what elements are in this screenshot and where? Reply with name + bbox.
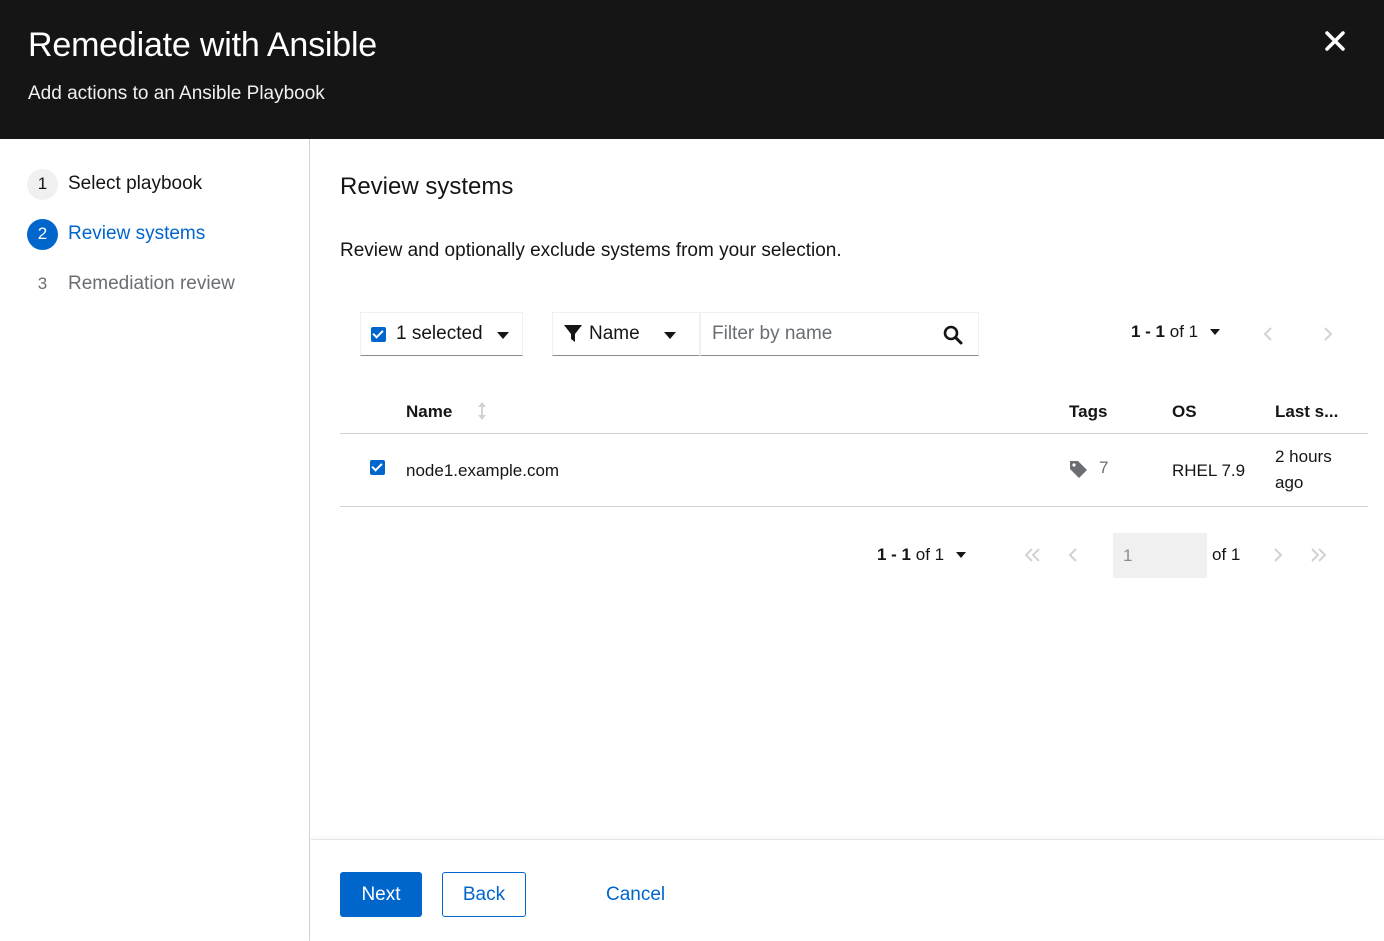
tag-icon[interactable] [1069,460,1088,479]
chevron-left-icon[interactable] [1061,543,1085,567]
sort-icon[interactable] [477,401,487,421]
back-button[interactable]: Back [442,872,526,917]
pagination-total: of 1 [915,545,945,564]
row-select-checkbox[interactable] [370,460,385,475]
column-header-name[interactable]: Name [406,402,452,422]
step-label: Select playbook [68,173,203,194]
cancel-button[interactable]: Cancel [587,872,684,917]
last-seen-line1: 2 hours [1275,447,1332,466]
filter-icon [564,325,582,342]
tags-count[interactable]: 7 [1099,458,1108,478]
step-number: 2 [27,218,58,250]
wizard-step-select-playbook[interactable]: 1 Select playbook [27,168,202,200]
caret-down-icon [956,552,967,558]
page-number-input[interactable] [1113,533,1207,578]
modal-title: Remediate with Ansible [28,26,378,64]
search-input[interactable] [701,313,931,355]
first-page-icon[interactable] [1021,543,1045,567]
table-row: node1.example.com 7 RHEL 7.9 2 hours ago [340,434,1368,507]
modal-subtitle: Add actions to an Ansible Playbook [28,83,325,104]
wizard-nav: 1 Select playbook 2 Review systems 3 Rem… [0,139,310,941]
filter-attribute-label: Name [589,323,640,344]
wizard-step-remediation-review: 3 Remediation review [27,268,235,300]
wizard-footer: Next Back Cancel [311,839,1384,941]
modal-header: Remediate with Ansible Add actions to an… [0,0,1384,139]
pagination-range: 1 - 1 [877,545,912,564]
chevron-right-icon[interactable] [1316,322,1340,346]
last-seen-line2: ago [1275,473,1304,492]
caret-down-icon [497,332,509,339]
last-page-icon[interactable] [1306,543,1330,567]
system-os: RHEL 7.9 [1172,461,1246,480]
column-header-tags: Tags [1069,402,1108,421]
systems-table: Name Tags OS Last s... node1.example.com… [340,387,1368,507]
bulk-select-checkbox[interactable] [371,326,386,342]
table-header: Name Tags OS Last s... [340,387,1368,434]
column-header-os[interactable]: OS [1172,402,1197,422]
step-label: Remediation review [68,273,235,294]
wizard-step-review-systems[interactable]: 2 Review systems [27,218,205,250]
column-header-last-seen[interactable]: Last s... [1275,402,1338,422]
search-icon[interactable] [943,325,963,345]
step-label: Review systems [68,223,206,244]
pagination-total: of 1 [1169,322,1199,341]
next-button[interactable]: Next [340,872,422,917]
pagination-bottom-toggle[interactable]: 1 - 1 of 1 [877,545,967,565]
caret-down-icon [1210,329,1221,335]
chevron-right-icon[interactable] [1266,543,1290,567]
step-number: 1 [27,168,58,200]
search-box [700,312,979,356]
pagination-range: 1 - 1 [1131,322,1166,341]
filter-attribute-dropdown[interactable]: Name [552,312,700,356]
page-description: Review and optionally exclude systems fr… [340,240,842,261]
close-icon[interactable] [1322,28,1348,54]
system-name[interactable]: node1.example.com [406,461,559,481]
wizard-main: Review systems Review and optionally exc… [311,139,1384,839]
chevron-left-icon[interactable] [1256,322,1280,346]
caret-down-icon [664,332,676,339]
step-number: 3 [37,274,48,293]
bulk-select-dropdown[interactable]: 1 selected [360,312,523,356]
pagination-top-toggle[interactable]: 1 - 1 of 1 [1131,322,1221,342]
page-count: of 1 [1212,545,1241,564]
page-title: Review systems [340,173,514,200]
bulk-select-label: 1 selected [396,323,483,344]
